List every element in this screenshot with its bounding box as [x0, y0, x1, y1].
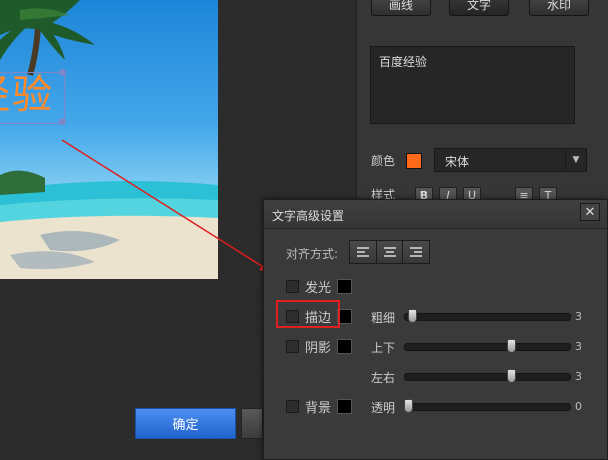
align-right-icon[interactable] — [403, 241, 430, 263]
thickness-slider[interactable] — [404, 309, 571, 323]
slider-thumb[interactable] — [506, 369, 516, 383]
align-left-icon[interactable] — [350, 241, 377, 263]
background-color-swatch[interactable] — [337, 398, 352, 414]
option-label: 发光 — [305, 280, 332, 296]
slider-label: 左右 — [371, 371, 396, 385]
align-button-group — [349, 240, 430, 264]
dialog-title: 文字高级设置 — [272, 209, 345, 223]
option-glow: 发光 — [286, 277, 352, 296]
shadow-color-swatch[interactable] — [337, 338, 352, 354]
tab-line[interactable]: 画线 — [371, 0, 431, 16]
option-label: 背景 — [305, 400, 332, 416]
slider-thumb[interactable] — [506, 339, 516, 353]
slider-thumb[interactable] — [407, 309, 417, 323]
confirm-button[interactable]: 确定 — [135, 408, 236, 439]
image-preview: 经验 — [0, 0, 218, 279]
cancel-button[interactable] — [241, 408, 263, 439]
slider-value: 3 — [575, 310, 582, 323]
align-center-icon[interactable] — [376, 241, 404, 263]
option-shadow: 阴影 — [286, 337, 352, 356]
glow-color-swatch[interactable] — [337, 278, 352, 294]
background-checkbox[interactable] — [286, 399, 299, 413]
selection-box[interactable] — [0, 72, 65, 124]
font-select-value: 宋体 — [445, 155, 470, 169]
option-label: 阴影 — [305, 340, 332, 356]
align-label: 对齐方式: — [286, 247, 339, 261]
slider-thumb[interactable] — [404, 399, 414, 413]
slider-label: 上下 — [371, 341, 396, 355]
font-select[interactable]: 宋体 ▼ — [434, 148, 587, 172]
tab-text[interactable]: 文字 — [449, 0, 509, 16]
glow-checkbox[interactable] — [286, 279, 299, 293]
slider-value: 0 — [575, 400, 582, 413]
color-label: 颜色 — [371, 154, 396, 168]
chevron-down-icon[interactable]: ▼ — [565, 149, 586, 171]
slider-value: 3 — [575, 340, 582, 353]
resize-handle[interactable] — [59, 69, 66, 76]
tab-watermark[interactable]: 水印 — [529, 0, 589, 16]
close-icon[interactable]: ✕ — [580, 203, 600, 221]
option-background: 背景 — [286, 397, 352, 416]
opacity-slider[interactable] — [404, 399, 571, 413]
vertical-offset-slider[interactable] — [404, 339, 571, 353]
text-content-input[interactable]: 百度经验 — [370, 46, 575, 124]
slider-label: 粗细 — [371, 311, 396, 325]
dialog-header: 文字高级设置 ✕ — [264, 200, 607, 229]
slider-label: 透明 — [371, 401, 396, 415]
resize-handle[interactable] — [59, 118, 66, 125]
highlight-frame — [276, 300, 340, 328]
text-advanced-settings-dialog: 文字高级设置 ✕ 对齐方式: 发光 描边 阴影 背景 粗细 3 上下 3 左右 … — [263, 199, 608, 460]
beach-photo — [0, 0, 218, 279]
color-swatch[interactable] — [406, 153, 422, 169]
shadow-checkbox[interactable] — [286, 339, 299, 353]
slider-value: 3 — [575, 370, 582, 383]
horizontal-offset-slider[interactable] — [404, 369, 571, 383]
